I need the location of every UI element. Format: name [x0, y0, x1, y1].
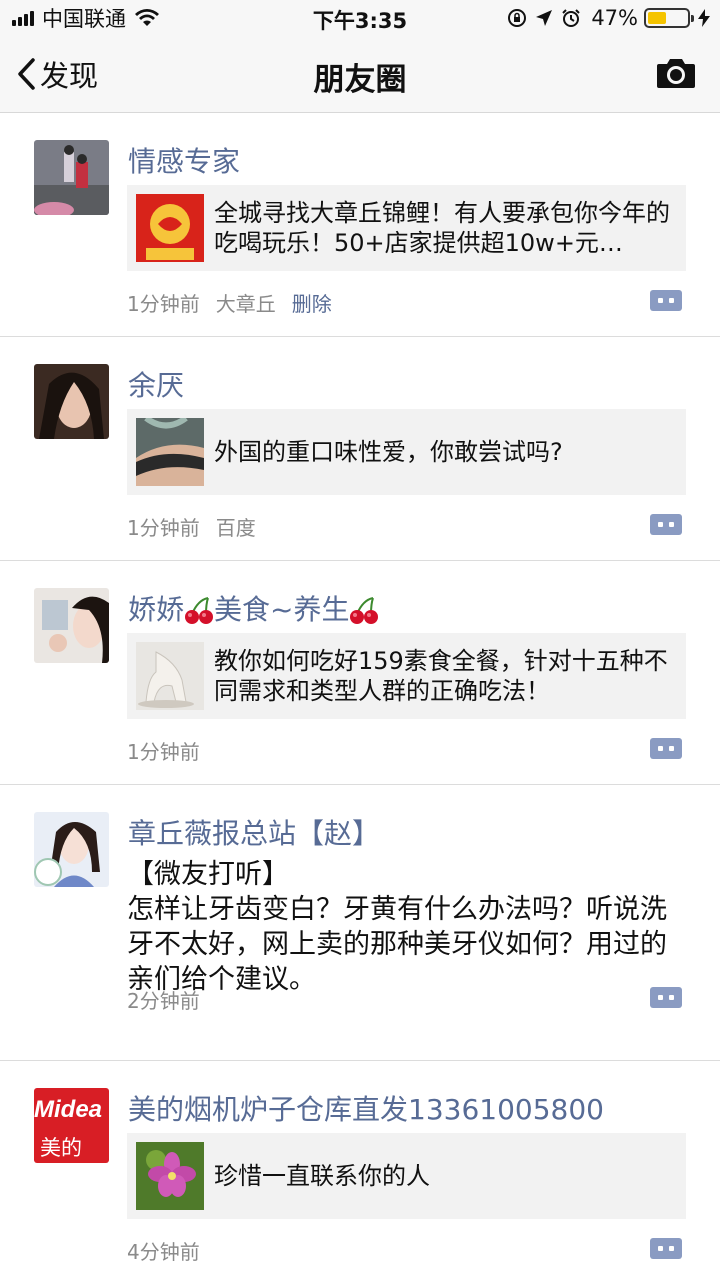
post-author[interactable]: 情感专家	[128, 140, 240, 180]
link-thumbnail	[136, 642, 204, 710]
avatar-text-top: Midea	[34, 1096, 103, 1123]
author-name-part: 娇娇	[128, 593, 185, 626]
link-title: 珍惜一直联系你的人	[214, 1162, 430, 1190]
moment-post: 情感专家 全城寻找大章丘锦鲤！有人要承包你今年的吃喝玩乐！50+店家提供超10w…	[0, 113, 720, 337]
comment-button[interactable]	[650, 738, 682, 759]
link-thumbnail	[136, 194, 204, 262]
avatar-text-bottom: 美的	[40, 1136, 82, 1160]
post-author[interactable]: 章丘薇报总站【赵】	[128, 812, 380, 852]
author-name-part: 美食~养生	[214, 593, 350, 626]
moments-feed: 情感专家 全城寻找大章丘锦鲤！有人要承包你今年的吃喝玩乐！50+店家提供超10w…	[0, 113, 720, 1281]
post-text: 【微友打听】 怎样让牙齿变白？牙黄有什么办法吗？听说洗牙不太好，网上卖的那种美牙…	[127, 857, 687, 997]
avatar[interactable]	[34, 812, 109, 887]
post-time: 1分钟前	[127, 516, 200, 540]
link-title: 教你如何吃好159素食全餐，针对十五种不同需求和类型人群的正确吃法！	[214, 647, 668, 705]
post-meta: 1分钟前 百度	[127, 512, 272, 541]
post-meta: 4分钟前	[127, 1236, 216, 1265]
post-meta: 2分钟前	[127, 985, 216, 1014]
alarm-icon	[562, 9, 581, 27]
link-title: 外国的重口味性爱，你敢尝试吗?	[214, 438, 563, 466]
comment-button[interactable]	[650, 514, 682, 535]
battery-icon	[644, 8, 694, 28]
link-card[interactable]: 外国的重口味性爱，你敢尝试吗?	[127, 409, 686, 495]
link-thumbnail	[136, 1142, 204, 1210]
avatar[interactable]	[34, 140, 109, 215]
link-card[interactable]: 教你如何吃好159素食全餐，针对十五种不同需求和类型人群的正确吃法！	[127, 633, 686, 719]
moment-post: 娇娇 美食~养生 教你如何吃好159素食全餐，针对十五种不同需求和类型人群的正确吃…	[0, 561, 720, 785]
post-text-body: 怎样让牙齿变白？牙黄有什么办法吗？听说洗牙不太好，网上卖的那种美牙仪如何？用过的…	[127, 894, 667, 995]
moment-post: Midea 美的 美的烟机炉子仓库直发13361005800 珍惜一直联系你的人…	[0, 1061, 720, 1281]
comment-button[interactable]	[650, 1238, 682, 1259]
avatar[interactable]	[34, 364, 109, 439]
comment-button[interactable]	[650, 290, 682, 311]
avatar[interactable]	[34, 588, 109, 663]
nav-bar: 发现 朋友圈	[0, 36, 720, 113]
location-icon	[536, 10, 553, 26]
battery-percent: 47%	[591, 6, 638, 30]
status-bar: 中国联通 下午3:35 47%	[0, 0, 720, 36]
link-title: 全城寻找大章丘锦鲤！有人要承包你今年的吃喝玩乐！50+店家提供超10w+元…	[214, 199, 670, 257]
avatar[interactable]: Midea 美的	[34, 1088, 109, 1163]
delete-link[interactable]: 删除	[292, 288, 332, 317]
post-time: 4分钟前	[127, 1240, 200, 1264]
comment-button[interactable]	[650, 987, 682, 1008]
post-author[interactable]: 美的烟机炉子仓库直发13361005800	[128, 1088, 604, 1128]
cherry-emoji-icon	[350, 597, 379, 624]
status-right: 47%	[499, 5, 710, 31]
post-meta: 1分钟前 大章丘 删除	[127, 288, 348, 317]
camera-button[interactable]	[656, 56, 696, 94]
orientation-lock-icon	[508, 9, 527, 27]
post-time: 1分钟前	[127, 740, 200, 764]
post-author[interactable]: 余厌	[128, 364, 184, 404]
post-location[interactable]: 百度	[216, 512, 256, 541]
post-time: 1分钟前	[127, 292, 200, 316]
post-author[interactable]: 娇娇 美食~养生	[128, 588, 379, 628]
link-thumbnail	[136, 418, 204, 486]
page-title: 朋友圈	[313, 62, 407, 98]
moment-post: 章丘薇报总站【赵】 【微友打听】 怎样让牙齿变白？牙黄有什么办法吗？听说洗牙不太…	[0, 785, 720, 1061]
cherry-emoji-icon	[185, 597, 214, 624]
post-time: 2分钟前	[127, 989, 200, 1013]
link-card[interactable]: 珍惜一直联系你的人	[127, 1133, 686, 1219]
moment-post: 余厌 外国的重口味性爱，你敢尝试吗? 1分钟前 百度	[0, 337, 720, 561]
charging-icon	[698, 9, 710, 27]
link-card[interactable]: 全城寻找大章丘锦鲤！有人要承包你今年的吃喝玩乐！50+店家提供超10w+元…	[127, 185, 686, 271]
post-text-title: 【微友打听】	[127, 859, 289, 890]
battery-level	[648, 12, 666, 24]
post-meta: 1分钟前	[127, 736, 216, 765]
post-location[interactable]: 大章丘	[216, 288, 276, 317]
camera-icon	[657, 59, 695, 88]
